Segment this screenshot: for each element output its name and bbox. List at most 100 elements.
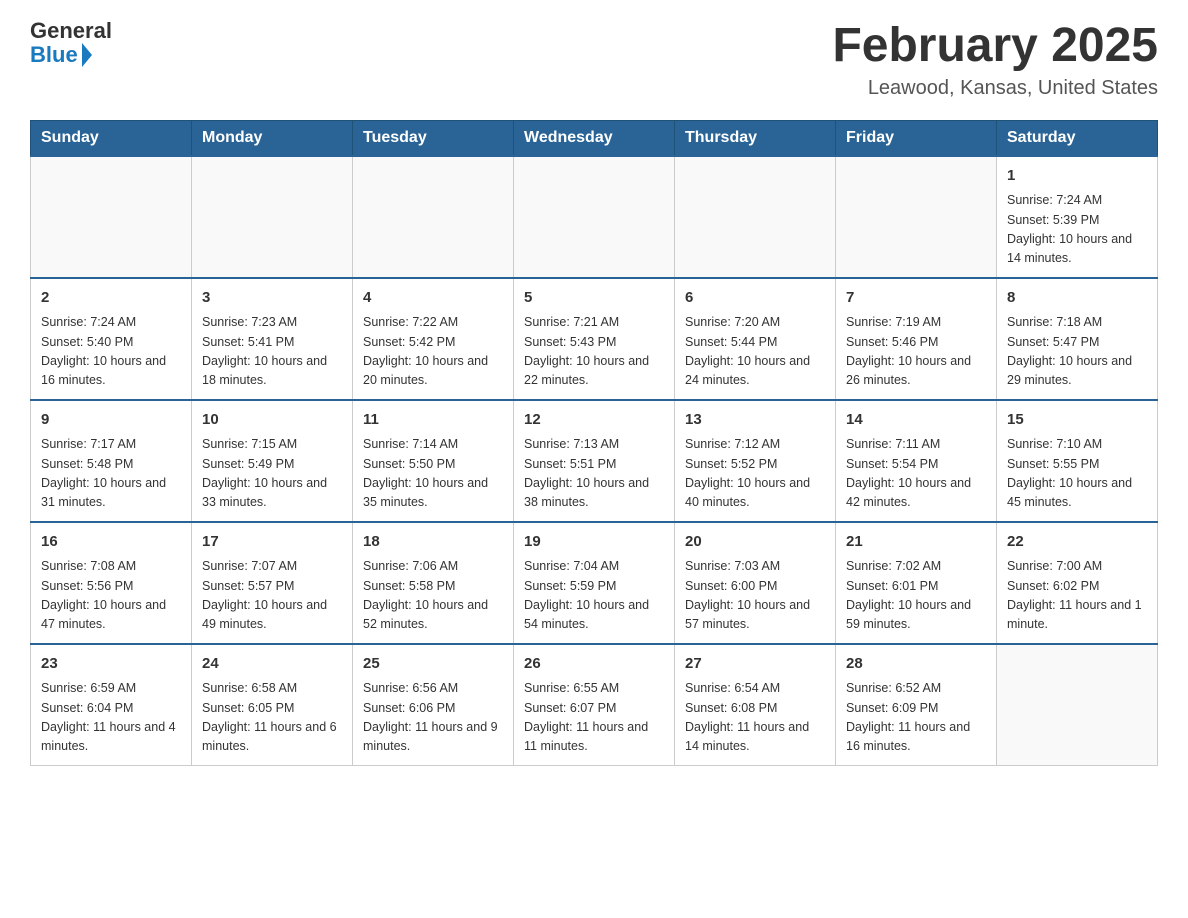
calendar-week-3: 16 Sunrise: 7:08 AMSunset: 5:56 PMDayligh… xyxy=(31,522,1158,644)
calendar-cell: 1 Sunrise: 7:24 AMSunset: 5:39 PMDaylight… xyxy=(997,156,1158,278)
day-number: 22 xyxy=(1007,531,1147,554)
day-number: 1 xyxy=(1007,165,1147,188)
weekday-header-sunday: Sunday xyxy=(31,120,192,156)
location-label: Leawood, Kansas, United States xyxy=(832,77,1158,100)
calendar-cell: 13Sunrise: 7:12 AMSunset: 5:52 PMDayligh… xyxy=(675,400,836,522)
weekday-header-monday: Monday xyxy=(192,120,353,156)
calendar-cell xyxy=(31,156,192,278)
day-info: Sunrise: 7:13 AMSunset: 5:51 PMDaylight:… xyxy=(524,435,664,513)
weekday-header-tuesday: Tuesday xyxy=(353,120,514,156)
calendar-cell: 15Sunrise: 7:10 AMSunset: 5:55 PMDayligh… xyxy=(997,400,1158,522)
calendar-cell: 5 Sunrise: 7:21 AMSunset: 5:43 PMDaylight… xyxy=(514,278,675,400)
day-number: 15 xyxy=(1007,409,1147,432)
calendar-cell: 8 Sunrise: 7:18 AMSunset: 5:47 PMDaylight… xyxy=(997,278,1158,400)
day-number: 25 xyxy=(363,653,503,676)
day-number: 27 xyxy=(685,653,825,676)
day-info: Sunrise: 6:56 AMSunset: 6:06 PMDaylight:… xyxy=(363,679,503,757)
day-info: Sunrise: 7:06 AMSunset: 5:58 PMDaylight:… xyxy=(363,557,503,635)
day-info: Sunrise: 7:04 AMSunset: 5:59 PMDaylight:… xyxy=(524,557,664,635)
calendar-cell: 6 Sunrise: 7:20 AMSunset: 5:44 PMDaylight… xyxy=(675,278,836,400)
day-number: 10 xyxy=(202,409,342,432)
day-number: 23 xyxy=(41,653,181,676)
calendar-week-1: 2Sunrise: 7:24 AMSunset: 5:40 PMDaylight… xyxy=(31,278,1158,400)
calendar-cell xyxy=(836,156,997,278)
calendar-cell: 16 Sunrise: 7:08 AMSunset: 5:56 PMDayligh… xyxy=(31,522,192,644)
day-number: 19 xyxy=(524,531,664,554)
calendar-cell: 3 Sunrise: 7:23 AMSunset: 5:41 PMDaylight… xyxy=(192,278,353,400)
calendar-cell: 2Sunrise: 7:24 AMSunset: 5:40 PMDaylight… xyxy=(31,278,192,400)
day-number: 28 xyxy=(846,653,986,676)
day-info: Sunrise: 7:02 AMSunset: 6:01 PMDaylight:… xyxy=(846,557,986,635)
weekday-header-row: SundayMondayTuesdayWednesdayThursdayFrid… xyxy=(31,120,1158,156)
day-info: Sunrise: 7:21 AMSunset: 5:43 PMDaylight:… xyxy=(524,313,664,391)
day-number: 5 xyxy=(524,287,664,310)
calendar-cell xyxy=(514,156,675,278)
day-info: Sunrise: 7:23 AMSunset: 5:41 PMDaylight:… xyxy=(202,313,342,391)
calendar-cell: 11 Sunrise: 7:14 AMSunset: 5:50 PMDayligh… xyxy=(353,400,514,522)
calendar-body: 1 Sunrise: 7:24 AMSunset: 5:39 PMDaylight… xyxy=(31,156,1158,766)
day-info: Sunrise: 6:55 AMSunset: 6:07 PMDaylight:… xyxy=(524,679,664,757)
day-info: Sunrise: 6:52 AMSunset: 6:09 PMDaylight:… xyxy=(846,679,986,757)
day-info: Sunrise: 7:24 AMSunset: 5:39 PMDaylight:… xyxy=(1007,191,1147,269)
calendar-week-0: 1 Sunrise: 7:24 AMSunset: 5:39 PMDaylight… xyxy=(31,156,1158,278)
day-info: Sunrise: 7:17 AMSunset: 5:48 PMDaylight:… xyxy=(41,435,181,513)
day-number: 17 xyxy=(202,531,342,554)
weekday-header-thursday: Thursday xyxy=(675,120,836,156)
day-number: 4 xyxy=(363,287,503,310)
calendar-cell: 19 Sunrise: 7:04 AMSunset: 5:59 PMDayligh… xyxy=(514,522,675,644)
weekday-header-saturday: Saturday xyxy=(997,120,1158,156)
calendar-cell: 18 Sunrise: 7:06 AMSunset: 5:58 PMDayligh… xyxy=(353,522,514,644)
logo-triangle-icon xyxy=(82,43,92,67)
day-number: 21 xyxy=(846,531,986,554)
day-info: Sunrise: 6:58 AMSunset: 6:05 PMDaylight:… xyxy=(202,679,342,757)
month-title: February 2025 xyxy=(832,20,1158,73)
calendar-cell: 7 Sunrise: 7:19 AMSunset: 5:46 PMDaylight… xyxy=(836,278,997,400)
calendar-cell xyxy=(353,156,514,278)
logo-blue-text: Blue xyxy=(30,43,92,67)
logo-general-text: General xyxy=(30,20,112,43)
calendar-cell: 27 Sunrise: 6:54 AMSunset: 6:08 PMDayligh… xyxy=(675,644,836,766)
day-number: 3 xyxy=(202,287,342,310)
calendar-cell xyxy=(675,156,836,278)
day-info: Sunrise: 7:07 AMSunset: 5:57 PMDaylight:… xyxy=(202,557,342,635)
calendar-cell: 22 Sunrise: 7:00 AMSunset: 6:02 PMDayligh… xyxy=(997,522,1158,644)
calendar-cell: 26Sunrise: 6:55 AMSunset: 6:07 PMDayligh… xyxy=(514,644,675,766)
day-number: 11 xyxy=(363,409,503,432)
calendar-cell xyxy=(192,156,353,278)
calendar-cell: 28 Sunrise: 6:52 AMSunset: 6:09 PMDayligh… xyxy=(836,644,997,766)
day-info: Sunrise: 7:19 AMSunset: 5:46 PMDaylight:… xyxy=(846,313,986,391)
day-number: 16 xyxy=(41,531,181,554)
calendar-cell: 12 Sunrise: 7:13 AMSunset: 5:51 PMDayligh… xyxy=(514,400,675,522)
page-header: General Blue February 2025 Leawood, Kans… xyxy=(30,20,1158,100)
day-info: Sunrise: 7:03 AMSunset: 6:00 PMDaylight:… xyxy=(685,557,825,635)
day-info: Sunrise: 7:11 AMSunset: 5:54 PMDaylight:… xyxy=(846,435,986,513)
calendar-week-4: 23 Sunrise: 6:59 AMSunset: 6:04 PMDayligh… xyxy=(31,644,1158,766)
day-info: Sunrise: 7:18 AMSunset: 5:47 PMDaylight:… xyxy=(1007,313,1147,391)
day-number: 18 xyxy=(363,531,503,554)
calendar-cell: 10 Sunrise: 7:15 AMSunset: 5:49 PMDayligh… xyxy=(192,400,353,522)
logo-blue-row: Blue xyxy=(30,43,92,67)
calendar-cell: 9 Sunrise: 7:17 AMSunset: 5:48 PMDaylight… xyxy=(31,400,192,522)
day-number: 12 xyxy=(524,409,664,432)
day-number: 8 xyxy=(1007,287,1147,310)
day-info: Sunrise: 6:54 AMSunset: 6:08 PMDaylight:… xyxy=(685,679,825,757)
day-number: 9 xyxy=(41,409,181,432)
day-info: Sunrise: 7:20 AMSunset: 5:44 PMDaylight:… xyxy=(685,313,825,391)
calendar-cell: 20Sunrise: 7:03 AMSunset: 6:00 PMDayligh… xyxy=(675,522,836,644)
day-info: Sunrise: 7:08 AMSunset: 5:56 PMDaylight:… xyxy=(41,557,181,635)
day-info: Sunrise: 7:15 AMSunset: 5:49 PMDaylight:… xyxy=(202,435,342,513)
calendar-table: SundayMondayTuesdayWednesdayThursdayFrid… xyxy=(30,120,1158,766)
day-info: Sunrise: 7:14 AMSunset: 5:50 PMDaylight:… xyxy=(363,435,503,513)
calendar-cell: 25 Sunrise: 6:56 AMSunset: 6:06 PMDayligh… xyxy=(353,644,514,766)
calendar-cell: 24Sunrise: 6:58 AMSunset: 6:05 PMDayligh… xyxy=(192,644,353,766)
calendar-week-2: 9 Sunrise: 7:17 AMSunset: 5:48 PMDaylight… xyxy=(31,400,1158,522)
day-number: 6 xyxy=(685,287,825,310)
day-number: 7 xyxy=(846,287,986,310)
calendar-cell: 4Sunrise: 7:22 AMSunset: 5:42 PMDaylight… xyxy=(353,278,514,400)
calendar-cell: 17 Sunrise: 7:07 AMSunset: 5:57 PMDayligh… xyxy=(192,522,353,644)
title-block: February 2025 Leawood, Kansas, United St… xyxy=(832,20,1158,100)
day-number: 14 xyxy=(846,409,986,432)
calendar-header: SundayMondayTuesdayWednesdayThursdayFrid… xyxy=(31,120,1158,156)
day-info: Sunrise: 6:59 AMSunset: 6:04 PMDaylight:… xyxy=(41,679,181,757)
day-info: Sunrise: 7:00 AMSunset: 6:02 PMDaylight:… xyxy=(1007,557,1147,635)
